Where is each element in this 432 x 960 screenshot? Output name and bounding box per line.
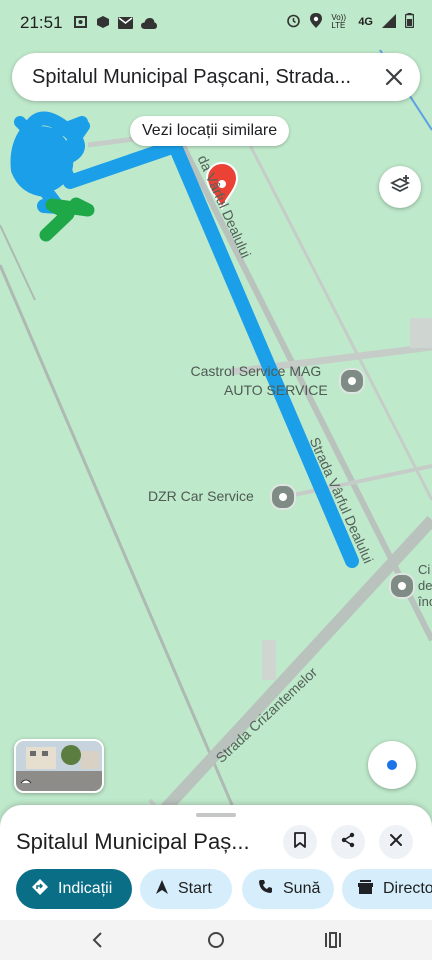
bookmark-icon xyxy=(293,831,307,853)
system-nav-bar xyxy=(0,920,432,960)
directions-label: Indicații xyxy=(58,880,113,897)
package-icon xyxy=(96,14,110,34)
navigation-arrow-icon xyxy=(156,879,168,899)
poi-dzr-icon[interactable] xyxy=(270,484,296,510)
close-icon[interactable] xyxy=(382,65,406,89)
poi-castrol-line1: Castrol Service MAG xyxy=(190,363,322,379)
status-time: 21:51 xyxy=(20,13,63,32)
search-bar[interactable]: Spitalul Municipal Pașcani, Strada... xyxy=(12,53,420,101)
church-icon[interactable] xyxy=(389,573,415,599)
call-button[interactable]: Sună xyxy=(242,869,334,909)
alarm-icon xyxy=(286,13,301,31)
phone-icon xyxy=(258,879,273,899)
search-query[interactable]: Spitalul Municipal Pașcani, Strada... xyxy=(32,66,372,89)
start-button[interactable]: Start xyxy=(140,869,232,909)
battery-icon xyxy=(404,13,415,31)
place-title: Spitalul Municipal Paș... xyxy=(16,829,250,854)
layers-icon xyxy=(389,174,411,201)
road-line xyxy=(0,224,36,301)
directions-icon xyxy=(32,878,48,900)
poi-church-line1: Ci xyxy=(418,562,431,577)
share-icon xyxy=(340,832,356,853)
directory-label: Director xyxy=(383,880,432,897)
signal-icon xyxy=(382,13,396,31)
close-sheet-button[interactable] xyxy=(379,825,413,859)
poi-church-line3: îno xyxy=(418,594,432,609)
poi-castrol-line2: AUTO SERVICE xyxy=(224,382,328,398)
similar-locations-chip[interactable]: Vezi locații similare xyxy=(130,116,290,146)
poi-dzr-label[interactable]: DZR Car Service xyxy=(148,488,254,504)
building xyxy=(262,640,276,680)
poi-castrol-label[interactable]: Castrol Service MAG AUTO SERVICE xyxy=(184,362,328,400)
screen-record-icon xyxy=(74,14,88,34)
save-button[interactable] xyxy=(283,825,317,859)
action-chips: Indicații Start Sună Director xyxy=(16,869,432,909)
my-location-button[interactable] xyxy=(368,741,416,789)
layers-button[interactable] xyxy=(379,166,421,208)
call-label: Sună xyxy=(283,880,321,897)
cloud-icon xyxy=(141,14,157,34)
recents-icon[interactable] xyxy=(321,928,345,952)
start-label: Start xyxy=(178,880,212,897)
close-icon xyxy=(389,833,403,852)
building xyxy=(410,318,432,348)
mail-icon xyxy=(118,14,133,34)
poi-castrol-icon[interactable] xyxy=(339,368,365,394)
green-scribble xyxy=(39,197,95,242)
sheet-drag-handle[interactable] xyxy=(196,813,236,817)
network-type: 4G xyxy=(358,16,373,28)
directory-button[interactable]: Director xyxy=(342,869,432,909)
location-icon xyxy=(310,13,323,31)
status-bar: 21:51 Vo)) LTE 4G xyxy=(0,0,432,46)
volte-icon: Vo)) LTE xyxy=(331,13,346,30)
share-button[interactable] xyxy=(331,825,365,859)
street-view-thumbnail[interactable] xyxy=(14,739,104,793)
directory-icon xyxy=(358,879,373,899)
directions-button[interactable]: Indicații xyxy=(16,869,132,909)
poi-church-label[interactable]: Ci de îno xyxy=(418,562,432,610)
home-icon[interactable] xyxy=(204,928,228,952)
poi-church-line2: de xyxy=(418,578,432,593)
back-icon[interactable] xyxy=(86,928,110,952)
